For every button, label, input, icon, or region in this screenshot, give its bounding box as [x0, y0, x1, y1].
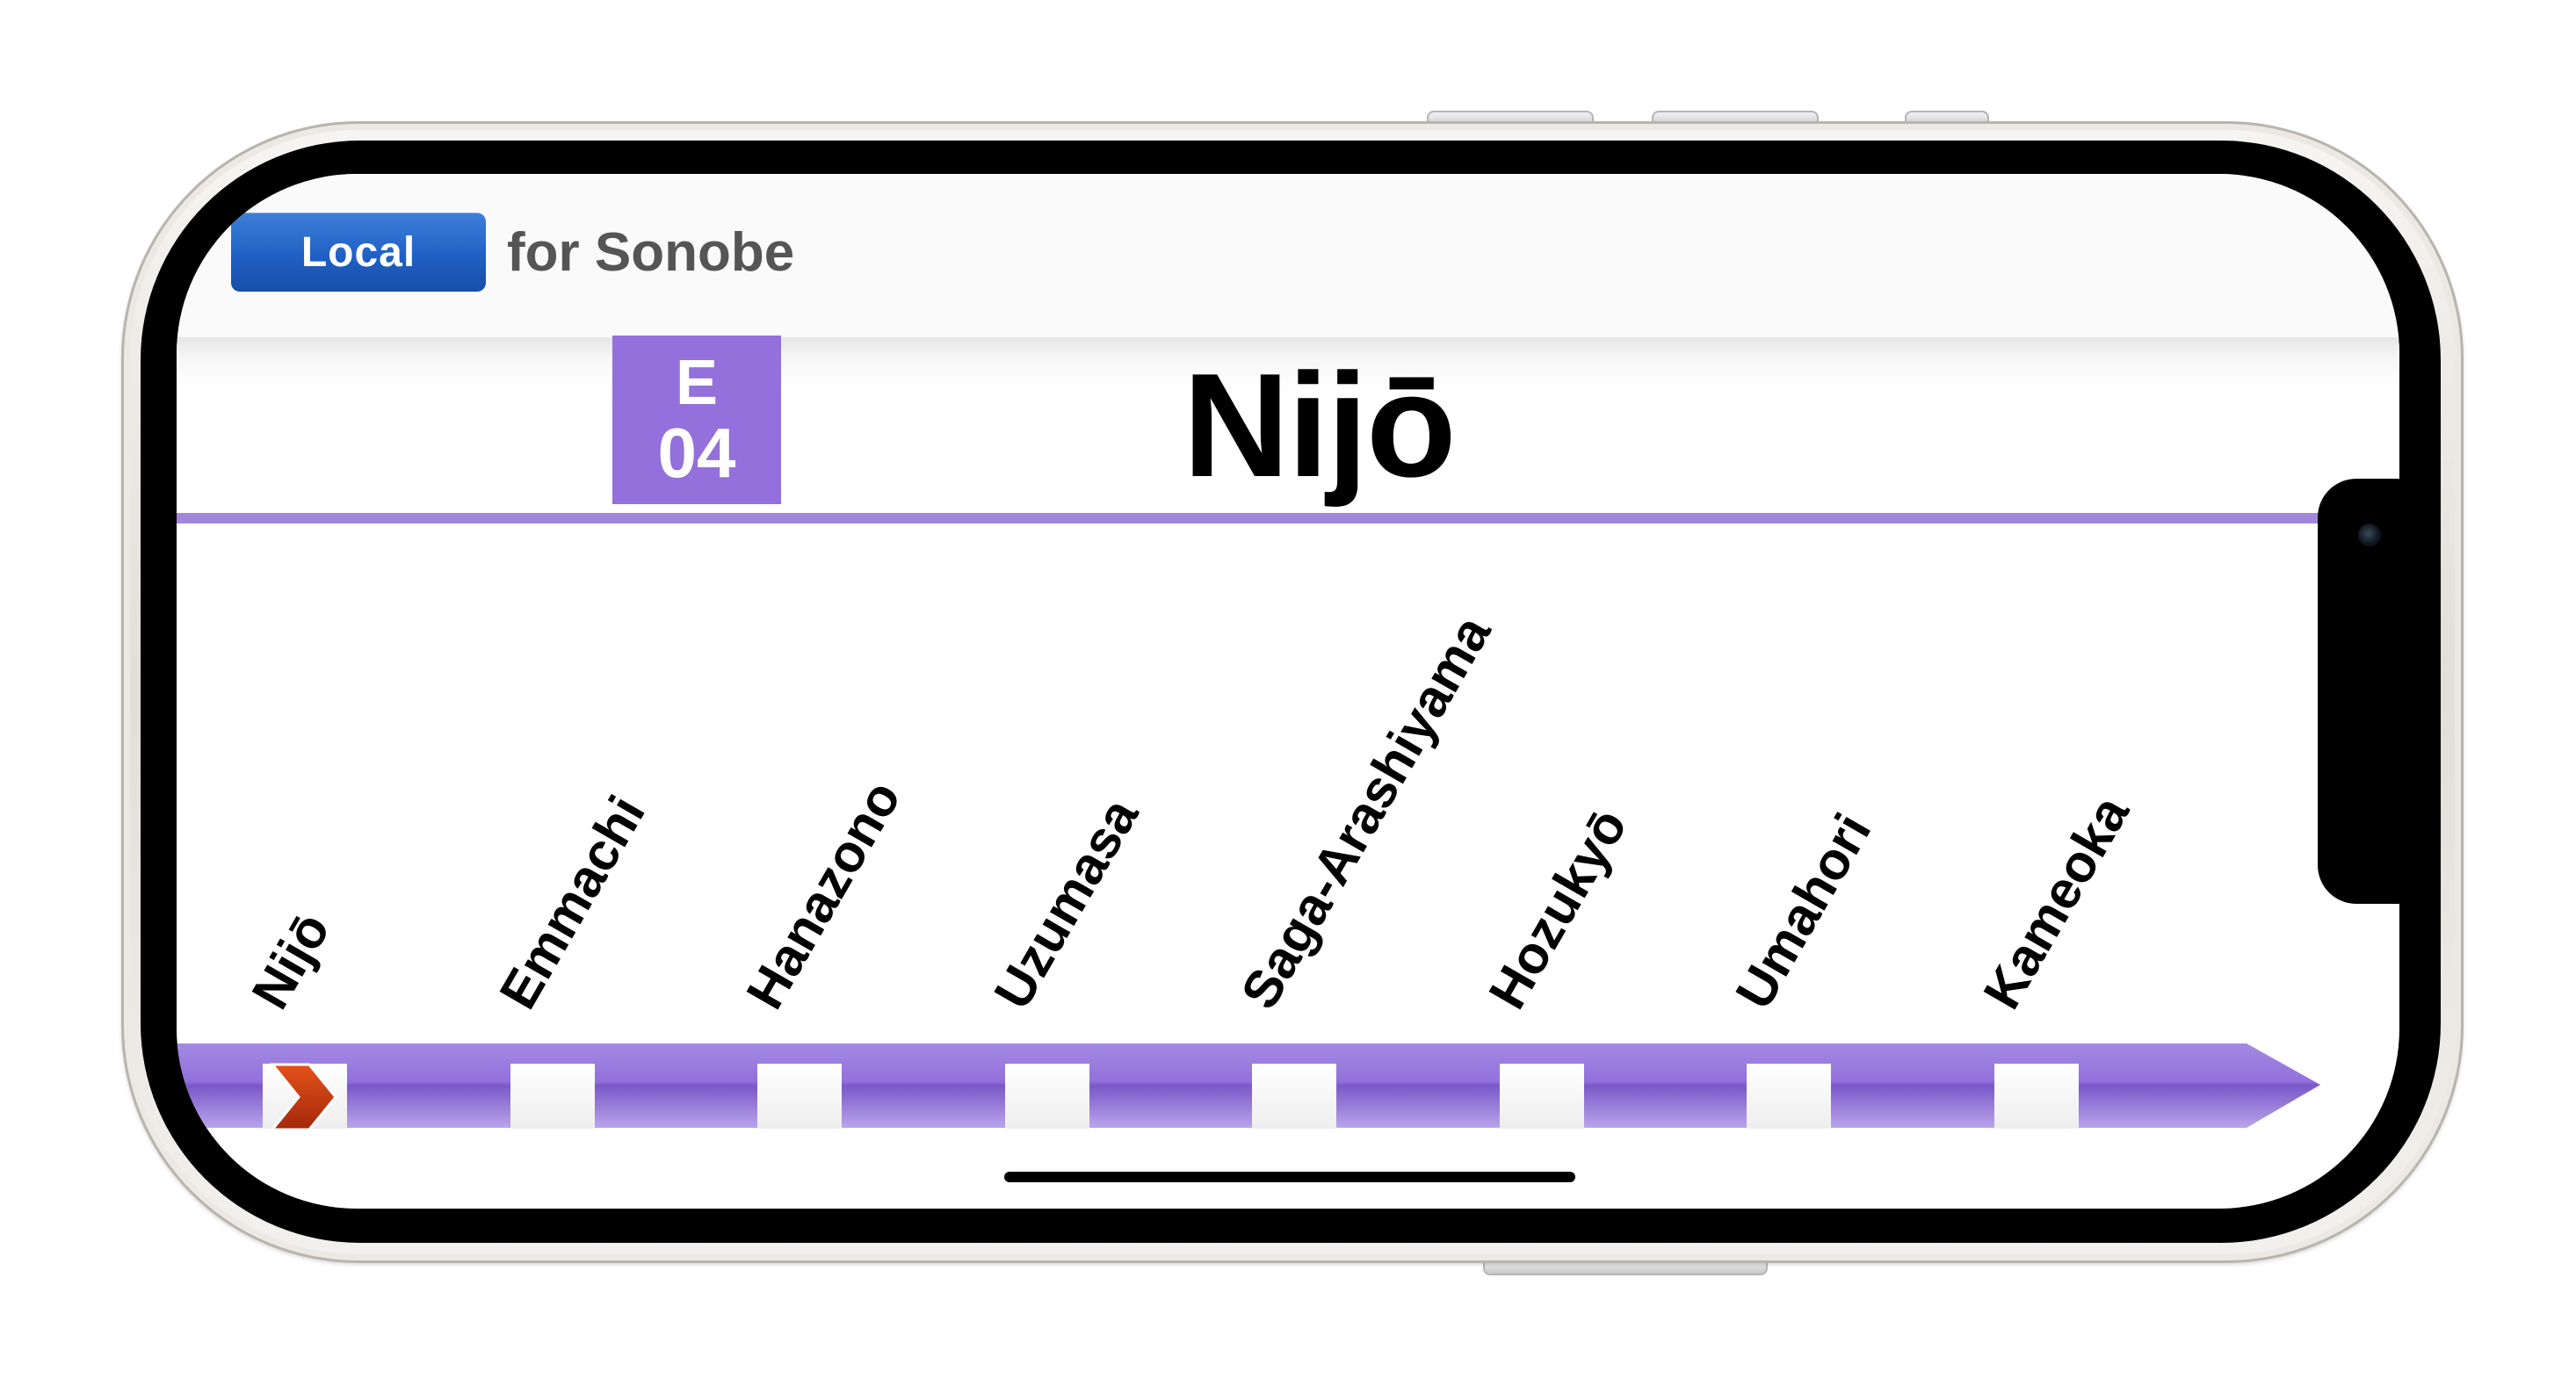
device-stage: Local for Sonobe E 04 Nijō Nijō Emmachi Ha…	[0, 0, 2576, 1379]
destination-label: for Sonobe	[507, 221, 795, 283]
stop-box	[1994, 1064, 2079, 1129]
screen: Local for Sonobe E 04 Nijō Nijō Emmachi Ha…	[177, 174, 2399, 1209]
stop-box	[1499, 1064, 1584, 1129]
front-camera-icon	[2358, 523, 2381, 546]
service-type-badge: Local	[231, 213, 486, 292]
current-station-name: Nijō	[1183, 342, 1456, 508]
station-number-badge: E 04	[612, 336, 781, 504]
line-color-stripe	[177, 513, 2399, 523]
station-code-number: 04	[657, 414, 736, 492]
stop-name-label: Emmachi	[488, 785, 656, 1019]
stop-box	[1004, 1064, 1089, 1129]
stop-box	[510, 1064, 595, 1129]
stop-name-label: Hozukyō	[1477, 798, 1639, 1019]
stop-name-label: Hanazono	[734, 770, 912, 1019]
line-code-letter: E	[675, 348, 719, 418]
home-indicator[interactable]	[1004, 1172, 1575, 1182]
stop-box	[1747, 1064, 1831, 1129]
stop-name-label: Umahori	[1724, 804, 1883, 1019]
stop-name-label: Kameoka	[1972, 785, 2140, 1019]
chevron-right-icon	[269, 1063, 337, 1131]
stop-name-label: Nijō	[240, 902, 342, 1019]
stop-name-label: Saga-Arashiyama	[1229, 605, 1502, 1019]
stop-name-label: Uzumasa	[982, 788, 1149, 1019]
stop-box	[1252, 1064, 1336, 1129]
stop-box	[757, 1064, 842, 1129]
